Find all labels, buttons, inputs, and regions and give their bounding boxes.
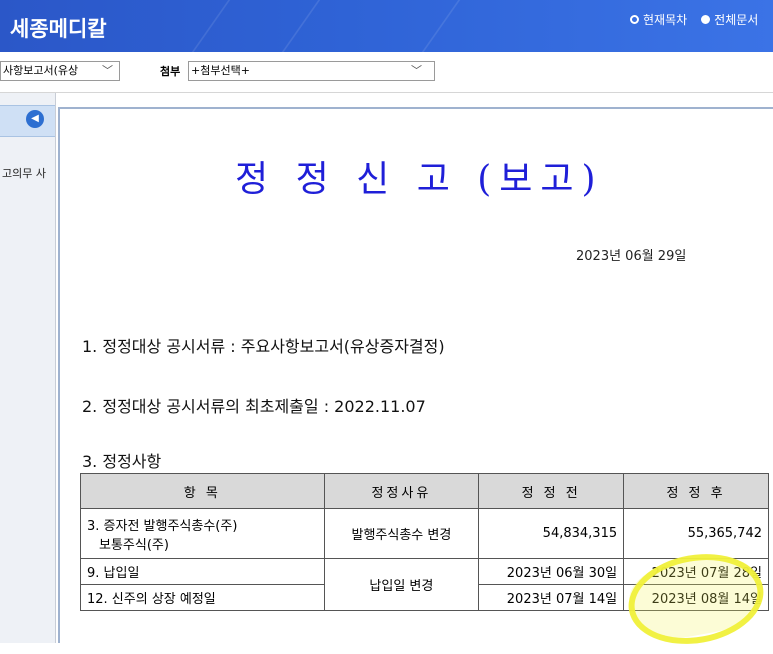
section-1: 1. 정정대상 공시서류 : 주요사항보고서(유상증자결정) xyxy=(82,337,445,356)
header-decoration xyxy=(281,0,321,52)
table-row: 9. 납입일 납입일 변경 2023년 06월 30일 2023년 07월 28… xyxy=(80,558,769,611)
radio-current-toc[interactable]: 현재목차 xyxy=(630,11,687,28)
table-row: 3. 증자전 발행주식총수(주) 보통주식(주) 발행주식총수 변경 54,83… xyxy=(80,508,769,559)
table-cell-after: 2023년 07월 28일 xyxy=(623,558,769,585)
table-cell-item: 12. 신주의 상장 예정일 xyxy=(80,584,325,611)
radio-full-document[interactable]: 전체문서 xyxy=(701,11,758,28)
collapse-sidebar-button[interactable]: ◀ xyxy=(26,110,44,128)
report-select[interactable]: 사항보고서(유상 ﹀ xyxy=(0,61,120,81)
table-cell-before: 54,834,315 xyxy=(478,508,625,559)
document-date: 2023년 06월 29일 xyxy=(576,249,687,264)
item-subtext: 보통주식(주) xyxy=(99,537,169,553)
chevron-down-icon: ﹀ xyxy=(102,64,113,77)
table-header-row: 항 목 정정사유 정 정 전 정 정 후 xyxy=(80,473,769,509)
radio-label: 전체문서 xyxy=(714,13,759,27)
column-header: 정정사유 xyxy=(323,473,480,509)
item-text: 3. 증자전 발행주식총수(주) xyxy=(87,518,238,534)
attach-label: 첨부 xyxy=(160,65,181,78)
app-header: 세종메디칼 현재목차 전체문서 xyxy=(0,0,773,52)
chevron-down-icon: ﹀ xyxy=(411,64,422,77)
section-2: 2. 정정대상 공시서류의 최초제출일 : 2022.11.07 xyxy=(82,397,426,416)
radio-unselected-icon xyxy=(630,15,639,24)
header-decoration xyxy=(191,0,231,52)
correction-table: 항 목 정정사유 정 정 전 정 정 후 3. 증자전 발행주식총수(주) 보통… xyxy=(80,473,769,611)
radio-label: 현재목차 xyxy=(643,13,688,27)
radio-selected-icon xyxy=(701,15,711,24)
report-select-value: 사항보고서(유상 xyxy=(3,64,79,77)
toc-item[interactable]: 고의무 사 xyxy=(2,165,46,181)
company-name: 세종메디칼 xyxy=(10,17,107,41)
table-cell-after: 55,365,742 xyxy=(623,508,769,559)
table-cell-reason: 납입일 변경 xyxy=(323,558,480,611)
table-cell-item: 9. 납입일 xyxy=(80,558,325,585)
section-3: 3. 정정사항 xyxy=(82,452,162,471)
table-cell-before: 2023년 07월 14일 xyxy=(478,584,625,611)
attach-select-value: +첨부선택+ xyxy=(191,64,250,77)
toc-sidebar: ◀ 고의무 사 xyxy=(0,93,56,643)
table-cell-reason: 발행주식총수 변경 xyxy=(323,508,480,559)
table-cell-item: 3. 증자전 발행주식총수(주) 보통주식(주) xyxy=(80,508,325,559)
header-decoration xyxy=(421,0,461,52)
column-header: 항 목 xyxy=(80,473,325,509)
view-option-group: 현재목차 전체문서 xyxy=(630,11,758,28)
table-cell-after: 2023년 08월 14일 xyxy=(623,584,769,611)
column-header: 정 정 전 xyxy=(478,473,625,509)
table-cell-before: 2023년 06월 30일 xyxy=(478,558,625,585)
attach-select[interactable]: +첨부선택+ ﹀ xyxy=(188,61,435,81)
document-title: 정 정 신 고 (보고) xyxy=(235,159,604,200)
column-header: 정 정 후 xyxy=(623,473,769,509)
